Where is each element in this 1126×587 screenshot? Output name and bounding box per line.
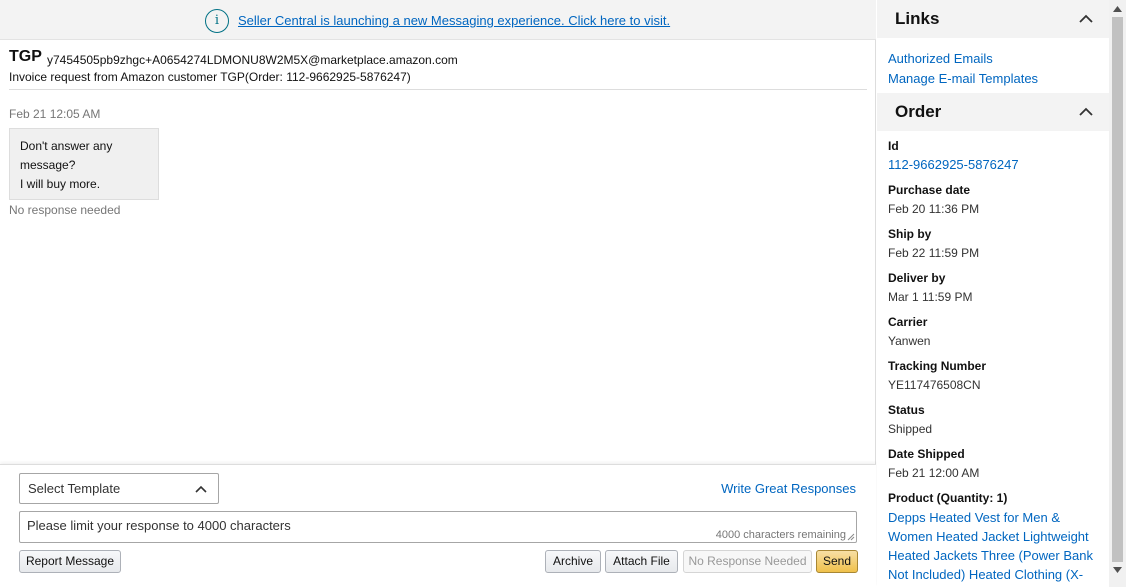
messaging-main-pane: i Seller Central is launching a new Mess… (0, 0, 876, 587)
chevron-up-icon (1079, 14, 1093, 23)
product-quantity-label: Product (Quantity: 1) (888, 491, 1008, 505)
ship-by-value: Feb 22 11:59 PM (888, 246, 980, 260)
tracking-number-value: YE117476508CN (888, 378, 981, 392)
status-label: Status (888, 403, 925, 417)
message-line: I will buy more. (20, 177, 101, 191)
buyer-message-bubble: Don't answer any message? I will buy mor… (9, 128, 159, 200)
order-title: Order (895, 102, 942, 121)
no-response-needed-button[interactable]: No Response Needed (683, 550, 812, 573)
chevron-up-icon (1079, 107, 1093, 116)
reply-textarea[interactable]: Please limit your response to 4000 chara… (19, 511, 857, 543)
write-great-responses-link[interactable]: Write Great Responses (721, 481, 856, 496)
date-shipped-label: Date Shipped (888, 447, 965, 461)
attach-file-button[interactable]: Attach File (605, 550, 678, 573)
characters-remaining: 4000 characters remaining (715, 529, 846, 541)
message-subject: Invoice request from Amazon customer TGP… (9, 70, 411, 84)
tracking-number-label: Tracking Number (888, 359, 987, 373)
links-section-header[interactable]: Links (877, 0, 1109, 38)
buyer-email: y7454505pb9zhgc+A0654274LDMONU8W2M5X@mar… (47, 53, 458, 67)
carrier-value: Yanwen (888, 334, 931, 348)
carrier-label: Carrier (888, 315, 928, 329)
date-shipped-value: Feb 21 12:00 AM (888, 466, 980, 480)
authorized-emails-link[interactable]: Authorized Emails (888, 51, 993, 66)
scroll-up-arrow-icon[interactable] (1113, 5, 1122, 12)
order-section-header[interactable]: Order (877, 93, 1109, 131)
template-select[interactable]: Select Template (19, 473, 219, 504)
message-line: message? (20, 158, 76, 172)
scrollbar-thumb[interactable] (1112, 17, 1123, 562)
send-button[interactable]: Send (816, 550, 858, 573)
response-status: No response needed (9, 203, 121, 217)
order-id-link[interactable]: 112-9662925-5876247 (888, 157, 1019, 172)
deliver-by-value: Mar 1 11:59 PM (888, 290, 973, 304)
scroll-down-arrow-icon[interactable] (1113, 567, 1122, 574)
product-link[interactable]: Depps Heated Vest for Men & Women Heated… (888, 508, 1100, 584)
reply-placeholder: Please limit your response to 4000 chara… (27, 518, 291, 533)
purchase-date-label: Purchase date (888, 183, 971, 197)
message-line: Don't answer any (20, 139, 113, 153)
info-icon: i (205, 9, 229, 33)
new-messaging-link[interactable]: Seller Central is launching a new Messag… (238, 13, 670, 28)
message-header: TGP y7454505pb9zhgc+A0654274LDMONU8W2M5X… (9, 48, 867, 90)
archive-button[interactable]: Archive (545, 550, 601, 573)
chevron-up-icon (195, 485, 207, 493)
template-select-label: Select Template (28, 481, 121, 496)
reply-composer: Select Template Write Great Responses Pl… (0, 464, 876, 587)
side-panel-scrollbar[interactable] (1109, 0, 1126, 587)
order-id-label: Id (888, 139, 899, 153)
purchase-date-value: Feb 20 11:36 PM (888, 202, 980, 216)
manage-email-templates-link[interactable]: Manage E-mail Templates (888, 71, 1038, 86)
report-message-button[interactable]: Report Message (19, 550, 121, 573)
order-side-panel: Links Authorized Emails Manage E-mail Te… (877, 0, 1109, 587)
message-timestamp: Feb 21 12:05 AM (9, 107, 101, 121)
resize-grip-icon[interactable] (847, 533, 855, 541)
status-value: Shipped (888, 422, 933, 436)
deliver-by-label: Deliver by (888, 271, 946, 285)
buyer-name: TGP (9, 48, 42, 65)
ship-by-label: Ship by (888, 227, 932, 241)
links-title: Links (895, 9, 940, 28)
announcement-banner: i Seller Central is launching a new Mess… (0, 0, 876, 40)
